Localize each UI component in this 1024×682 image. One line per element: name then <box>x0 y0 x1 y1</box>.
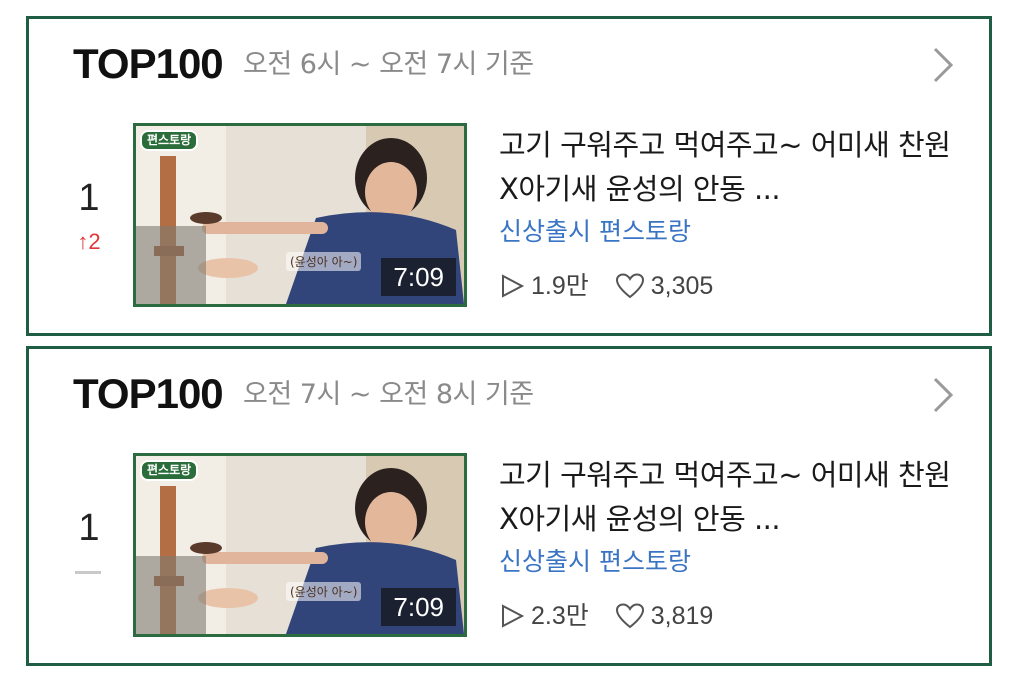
like-count: 3,819 <box>650 601 714 630</box>
channel-name[interactable]: 신상출시 편스토랑 <box>499 219 691 244</box>
time-range: 오전 6시 ~ 오전 7시 기준 <box>243 49 534 80</box>
video-thumbnail[interactable]: 편스토랑 (윤성아 아~) 7:09 <box>133 453 467 637</box>
heart-icon <box>615 603 645 629</box>
video-title[interactable]: 고기 구워주고 먹여주고~ 어미새 찬원X아기새 윤성의 안동 ... <box>499 453 959 541</box>
card-title: TOP100 <box>73 370 224 417</box>
chevron-right-icon[interactable] <box>925 45 959 85</box>
like-count: 3,305 <box>650 271 714 300</box>
rank-change-badge: ↑2 <box>77 229 101 254</box>
video-title[interactable]: 고기 구워주고 먹여주고~ 어미새 찬원X아기새 윤성의 안동 ... <box>499 123 959 211</box>
view-count: 2.3만 <box>531 601 589 630</box>
video-stats: 1.9만 3,305 <box>499 273 713 299</box>
video-stats: 2.3만 3,819 <box>499 603 713 629</box>
channel-name[interactable]: 신상출시 편스토랑 <box>499 549 691 574</box>
video-duration: 7:09 <box>381 588 456 626</box>
time-range: 오전 7시 ~ 오전 8시 기준 <box>243 379 534 410</box>
thumbnail-caption: (윤성아 아~) <box>286 252 362 271</box>
top100-card-1: TOP100 오전 6시 ~ 오전 7시 기준 1 ↑2 편스토랑 (윤성아 아… <box>26 16 992 336</box>
rank-unchanged-dash <box>75 571 101 574</box>
card-title: TOP100 <box>73 40 224 87</box>
top100-card-2: TOP100 오전 7시 ~ 오전 8시 기준 1 편스토랑 (윤성아 아~) … <box>26 346 992 666</box>
view-count: 1.9만 <box>531 271 589 300</box>
video-duration: 7:09 <box>381 258 456 296</box>
channel-logo-badge: 편스토랑 <box>140 460 199 481</box>
chevron-right-icon[interactable] <box>925 375 959 415</box>
rank-number: 1 <box>78 177 100 219</box>
thumbnail-caption: (윤성아 아~) <box>286 582 362 601</box>
video-thumbnail[interactable]: 편스토랑 (윤성아 아~) 7:09 <box>133 123 467 307</box>
channel-logo-badge: 편스토랑 <box>140 130 199 151</box>
heart-icon <box>615 273 645 299</box>
play-icon <box>499 603 525 629</box>
rank-number: 1 <box>78 507 100 549</box>
play-icon <box>499 273 525 299</box>
